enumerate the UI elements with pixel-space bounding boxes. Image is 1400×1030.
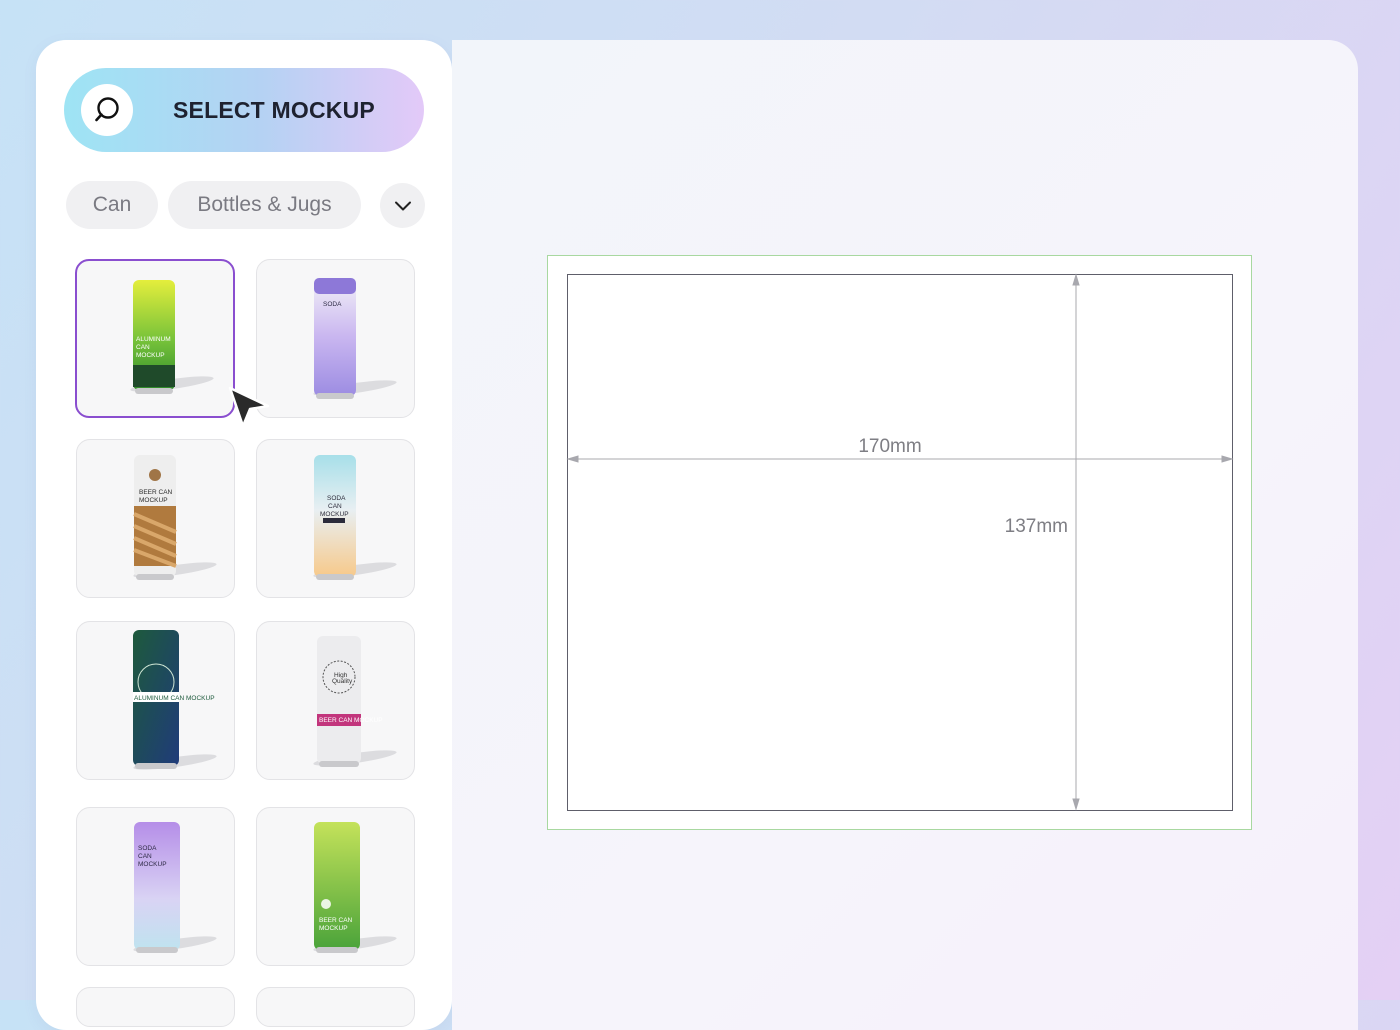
height-dimension-label: 137mm	[1005, 516, 1068, 537]
mockup-text: MOCKUP	[136, 352, 165, 359]
mockup-text: BEER CAN	[139, 489, 173, 496]
select-mockup-label: SELECT MOCKUP	[173, 96, 375, 123]
category-chip-bottles-jugs[interactable]: Bottles & Jugs	[168, 181, 361, 229]
mockup-text: SODA	[323, 301, 342, 308]
category-chip-can[interactable]: Can	[66, 181, 158, 229]
mockup-text: Quality	[332, 678, 353, 685]
mockup-card-green-beer-can[interactable]: BEER CAN MOCKUP	[256, 807, 415, 966]
mockup-text: SODA	[327, 495, 346, 502]
mockup-text: CAN	[328, 503, 342, 510]
mockup-card-lavender-soda-can[interactable]: SODA CAN MOCKUP	[76, 807, 235, 966]
mockup-text: MOCKUP	[320, 511, 349, 518]
width-dimension-label: 170mm	[858, 436, 921, 457]
mockup-text: CAN	[138, 853, 152, 860]
mockup-card-partial[interactable]	[76, 987, 235, 1027]
select-mockup-button[interactable]: SELECT MOCKUP	[64, 68, 424, 152]
mockup-card-pink-beer-can[interactable]: High Quality BEER CAN MOCKUP	[256, 621, 415, 780]
search-icon	[81, 84, 133, 136]
mockup-text: BEER CAN	[319, 917, 353, 924]
more-categories-button[interactable]	[380, 183, 425, 228]
mockup-card-pastel-soda-can[interactable]: SODA CAN MOCKUP	[256, 439, 415, 598]
cursor-arrow-icon	[228, 386, 270, 428]
artboard[interactable]: 170mm 137mm	[547, 255, 1253, 831]
mockup-text: BEER CAN MOCKUP	[319, 717, 383, 724]
mockup-text: ALUMINUM CAN MOCKUP	[134, 695, 215, 702]
mockup-text: MOCKUP	[319, 925, 348, 932]
mockup-card-beer-can[interactable]: BEER CAN MOCKUP	[76, 439, 235, 598]
mockup-card-soda-can[interactable]: SODA	[256, 259, 415, 418]
mockup-text: ALUMINUM	[136, 336, 171, 343]
mockup-card-aluminum-can[interactable]: ALUMINUM CAN MOCKUP	[75, 259, 235, 418]
mockup-card-dark-green-can[interactable]: ALUMINUM CAN MOCKUP	[76, 621, 235, 780]
trim-outline	[567, 274, 1233, 811]
mockup-text: MOCKUP	[138, 861, 167, 868]
mockup-text: MOCKUP	[139, 497, 168, 504]
chevron-down-icon	[394, 201, 411, 210]
mockup-text: SODA	[138, 845, 157, 852]
mockup-card-partial[interactable]	[256, 987, 415, 1027]
mockup-text: CAN	[136, 344, 150, 351]
